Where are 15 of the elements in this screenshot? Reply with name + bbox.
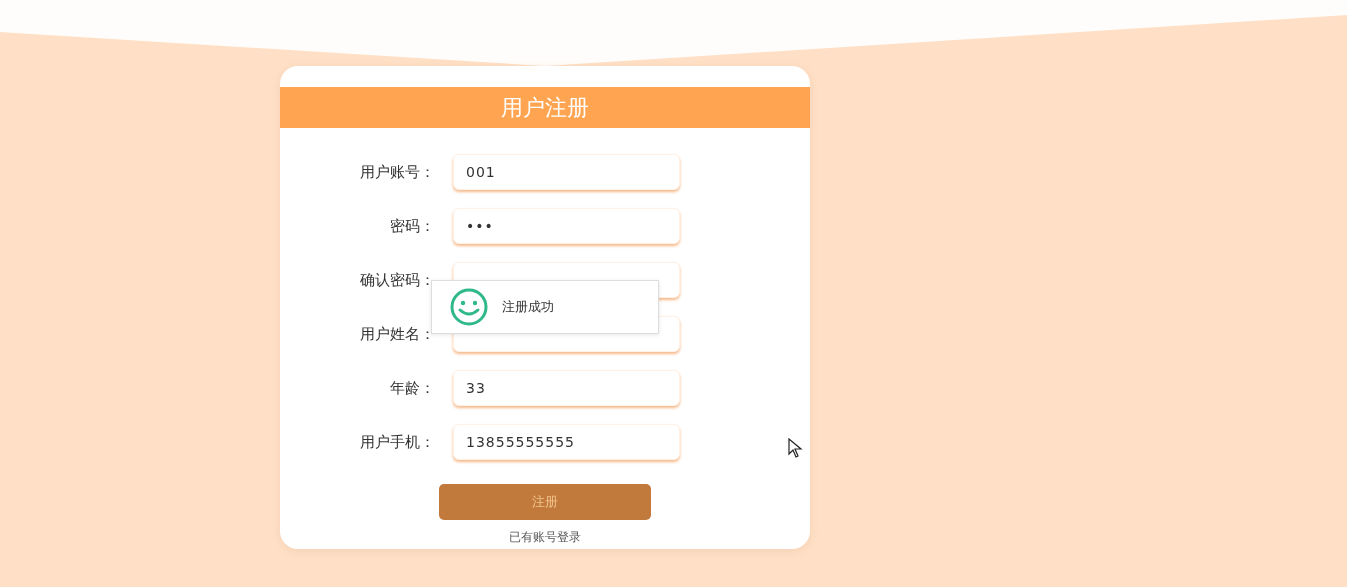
card-title: 用户注册 [280, 87, 810, 128]
input-field[interactable]: 33 [453, 370, 680, 406]
input-field[interactable]: ••• [453, 208, 680, 244]
toast-message: 注册成功 [502, 298, 554, 316]
input-field[interactable]: 001 [453, 154, 680, 190]
cursor-icon [788, 438, 804, 458]
field-label: 用户姓名： [359, 324, 436, 344]
login-link[interactable]: 已有账号登录 [509, 529, 581, 546]
field-label: 确认密码： [359, 270, 436, 290]
field-label: 用户账号： [359, 162, 436, 182]
field-label: 年龄： [389, 378, 436, 398]
input-field[interactable]: 13855555555 [453, 424, 680, 460]
smiley-icon [449, 287, 489, 327]
field-label: 用户手机： [359, 432, 436, 452]
field-label: 密码： [389, 216, 436, 236]
